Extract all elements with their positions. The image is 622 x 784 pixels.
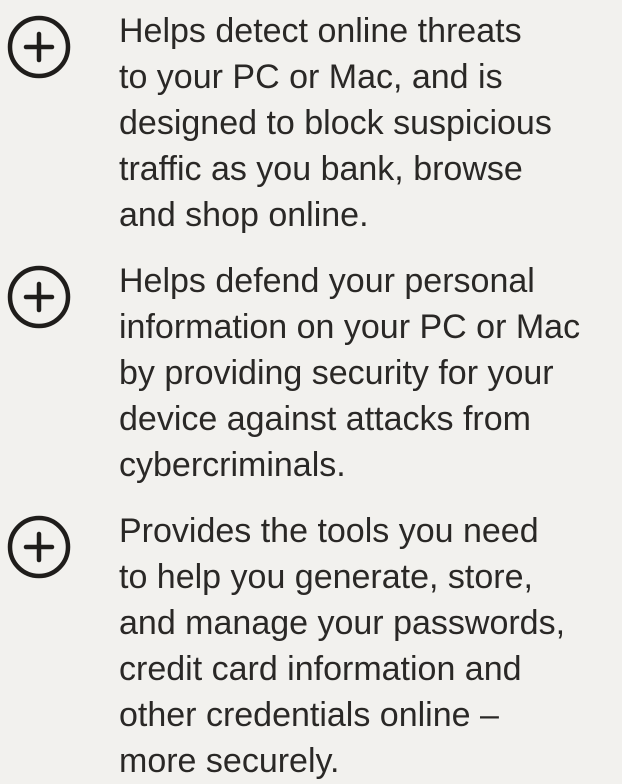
plus-circle-icon <box>7 15 71 79</box>
plus-circle-icon <box>7 265 71 329</box>
feature-description: Helps defend your personal information o… <box>119 262 581 484</box>
feature-list: Helps detect online threats to your PC o… <box>0 0 622 780</box>
feature-description: Helps detect online threats to your PC o… <box>119 12 552 234</box>
expand-button[interactable] <box>6 264 72 330</box>
expand-button[interactable] <box>6 14 72 80</box>
plus-circle-icon <box>7 515 71 579</box>
expand-button[interactable] <box>6 514 72 580</box>
feature-description: Provides the tools you need to help you … <box>119 512 566 780</box>
